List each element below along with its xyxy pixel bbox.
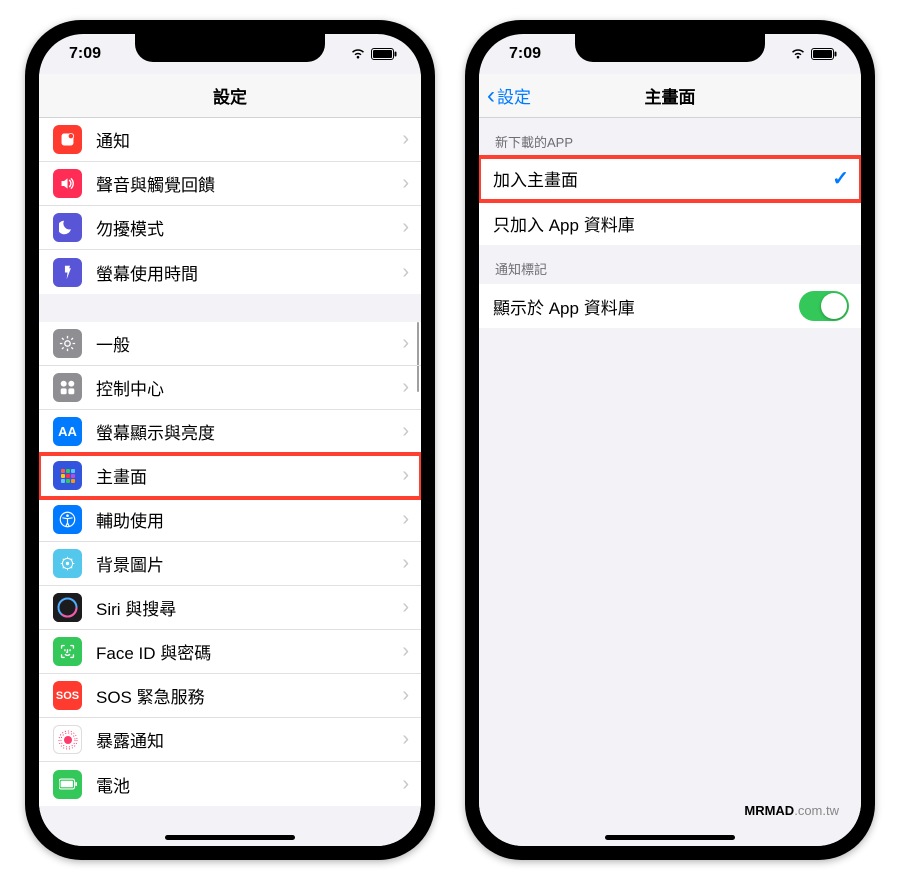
- notifications-icon: [53, 125, 82, 154]
- row-label: 勿擾模式: [96, 215, 402, 240]
- row-general[interactable]: 一般›: [39, 322, 421, 366]
- page-title: 設定: [213, 83, 247, 108]
- sos-icon: SOS: [53, 681, 82, 710]
- row-label: 螢幕顯示與亮度: [96, 419, 402, 444]
- row-label: 暴露通知: [96, 727, 402, 752]
- display-icon: AA: [53, 417, 82, 446]
- row-battery[interactable]: 電池›: [39, 762, 421, 806]
- row-add-home[interactable]: 加入主畫面✓: [479, 157, 861, 201]
- page-title: 主畫面: [645, 83, 696, 108]
- chevron-right-icon: ›: [402, 172, 409, 195]
- row-label: SOS 緊急服務: [96, 683, 402, 708]
- sounds-icon: [53, 169, 82, 198]
- chevron-left-icon: ‹: [487, 84, 495, 108]
- chevron-right-icon: ›: [402, 552, 409, 575]
- row-screentime[interactable]: 螢幕使用時間›: [39, 250, 421, 294]
- chevron-right-icon: ›: [402, 684, 409, 707]
- section-header-badges: 通知標記: [479, 245, 861, 284]
- notch: [135, 34, 325, 62]
- back-label: 設定: [497, 83, 531, 108]
- faceid-icon: [53, 637, 82, 666]
- controlcenter-icon: [53, 373, 82, 402]
- notch: [575, 34, 765, 62]
- row-label: Face ID 與密碼: [96, 639, 402, 664]
- status-time: 7:09: [69, 45, 101, 63]
- exposure-icon: [53, 725, 82, 754]
- row-notifications[interactable]: 通知›: [39, 118, 421, 162]
- toggle-switch[interactable]: [799, 291, 849, 321]
- row-label: Siri 與搜尋: [96, 595, 402, 620]
- battery-icon: [811, 48, 837, 60]
- home-indicator[interactable]: [605, 835, 735, 840]
- chevron-right-icon: ›: [402, 728, 409, 751]
- row-sounds[interactable]: 聲音與觸覺回饋›: [39, 162, 421, 206]
- row-faceid[interactable]: Face ID 與密碼›: [39, 630, 421, 674]
- row-label: 輔助使用: [96, 507, 402, 532]
- back-button[interactable]: ‹ 設定: [487, 83, 531, 108]
- navbar: ‹ 設定 主畫面: [479, 74, 861, 118]
- row-label: 加入主畫面: [493, 166, 832, 191]
- accessibility-icon: [53, 505, 82, 534]
- row-app-library[interactable]: 只加入 App 資料庫: [479, 201, 861, 245]
- row-label: 背景圖片: [96, 551, 402, 576]
- checkmark-icon: ✓: [832, 166, 849, 191]
- dnd-icon: [53, 213, 82, 242]
- wifi-icon: [790, 48, 806, 60]
- row-label: 顯示於 App 資料庫: [493, 294, 799, 319]
- phone-frame-left: 7:09 設定 通知›聲音與觸覺回饋›勿擾模式›螢幕使用時間› 一般›控制中心›…: [25, 20, 435, 860]
- row-controlcenter[interactable]: 控制中心›: [39, 366, 421, 410]
- wifi-icon: [350, 48, 366, 60]
- row-accessibility[interactable]: 輔助使用›: [39, 498, 421, 542]
- phone-frame-right: 7:09 ‹ 設定 主畫面 新下載的APP 加入主畫面✓ 只加入 App 資料庫 …: [465, 20, 875, 860]
- chevron-right-icon: ›: [402, 508, 409, 531]
- row-dnd[interactable]: 勿擾模式›: [39, 206, 421, 250]
- chevron-right-icon: ›: [402, 216, 409, 239]
- chevron-right-icon: ›: [402, 128, 409, 151]
- chevron-right-icon: ›: [402, 261, 409, 284]
- row-siri[interactable]: Siri 與搜尋›: [39, 586, 421, 630]
- battery-icon: [371, 48, 397, 60]
- row-label: 只加入 App 資料庫: [493, 211, 849, 236]
- section-header-new-apps: 新下載的APP: [479, 118, 861, 157]
- row-label: 一般: [96, 331, 402, 356]
- row-label: 螢幕使用時間: [96, 260, 402, 285]
- home-indicator[interactable]: [165, 835, 295, 840]
- chevron-right-icon: ›: [402, 464, 409, 487]
- screentime-icon: [53, 258, 82, 287]
- watermark: MRMAD.com.tw: [744, 803, 839, 818]
- navbar: 設定: [39, 74, 421, 118]
- homescreen-settings: 新下載的APP 加入主畫面✓ 只加入 App 資料庫 通知標記 顯示於 App 資…: [479, 118, 861, 846]
- row-label: 電池: [96, 772, 402, 797]
- row-show-in-library[interactable]: 顯示於 App 資料庫: [479, 284, 861, 328]
- homescreen-icon: [53, 461, 82, 490]
- row-display[interactable]: AA 螢幕顯示與亮度›: [39, 410, 421, 454]
- chevron-right-icon: ›: [402, 376, 409, 399]
- chevron-right-icon: ›: [402, 332, 409, 355]
- chevron-right-icon: ›: [402, 596, 409, 619]
- row-label: 主畫面: [96, 463, 402, 488]
- wallpaper-icon: [53, 549, 82, 578]
- chevron-right-icon: ›: [402, 773, 409, 796]
- general-icon: [53, 329, 82, 358]
- row-sos[interactable]: SOS SOS 緊急服務›: [39, 674, 421, 718]
- row-label: 控制中心: [96, 375, 402, 400]
- status-time: 7:09: [509, 45, 541, 63]
- row-exposure[interactable]: 暴露通知›: [39, 718, 421, 762]
- row-label: 聲音與觸覺回饋: [96, 171, 402, 196]
- settings-list[interactable]: 通知›聲音與觸覺回饋›勿擾模式›螢幕使用時間› 一般›控制中心›AA螢幕顯示與亮…: [39, 118, 421, 846]
- row-wallpaper[interactable]: 背景圖片›: [39, 542, 421, 586]
- row-homescreen[interactable]: 主畫面›: [39, 454, 421, 498]
- row-label: 通知: [96, 127, 402, 152]
- siri-icon: [53, 593, 82, 622]
- chevron-right-icon: ›: [402, 640, 409, 663]
- battery-icon: [53, 770, 82, 799]
- chevron-right-icon: ›: [402, 420, 409, 443]
